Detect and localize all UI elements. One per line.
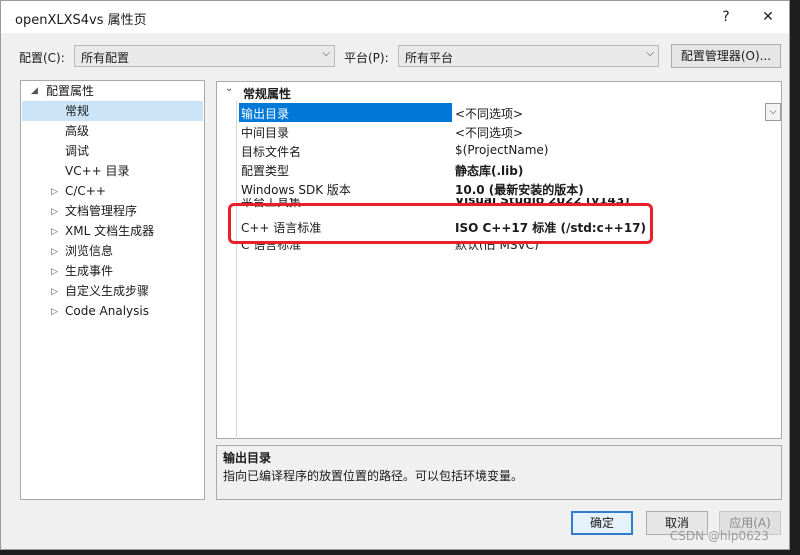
expand-triangle-icon[interactable]: ▷ [51, 187, 58, 197]
tree-item-label: 常规 [65, 104, 90, 118]
dropdown-button[interactable]: ⌵ [765, 103, 781, 121]
prop-name: 配置类型 [241, 164, 290, 178]
prop-value: <不同选项> [455, 107, 524, 121]
tree-item-browse-info[interactable]: 浏览信息 [65, 241, 113, 261]
property-tree[interactable]: ◢ 配置属性 常规 高级 调试 VC++ 目录 ▷ C/C++ ▷ 文档管理程序… [20, 80, 205, 500]
prop-value: <不同选项> [455, 126, 524, 140]
help-button[interactable]: ? [713, 5, 739, 29]
tree-item-build-events[interactable]: 生成事件 [65, 261, 113, 281]
ide-background-right [790, 0, 800, 555]
prop-name: 中间目录 [241, 126, 290, 140]
column-separator [236, 101, 237, 439]
prop-row-intermediate-dir[interactable]: 中间目录 <不同选项> [239, 122, 781, 141]
platform-label: 平台(P): [344, 51, 389, 65]
section-header[interactable]: ⌄ 常规属性 [217, 82, 781, 102]
prop-value: 10.0 (最新安装的版本) [455, 183, 584, 197]
tree-item-manifest-tool[interactable]: 文档管理程序 [65, 201, 137, 221]
platform-select-value: 所有平台 [405, 51, 454, 65]
config-select-value: 所有配置 [81, 51, 130, 65]
prop-value: 静态库(.lib) [455, 164, 524, 178]
section-title: 常规属性 [243, 87, 292, 101]
watermark: CSDN @hlp0623 [669, 529, 769, 543]
expand-triangle-icon[interactable]: ▷ [51, 207, 58, 217]
description-title: 输出目录 [223, 451, 272, 465]
prop-name: 目标文件名 [241, 145, 302, 159]
prop-name: Windows SDK 版本 [241, 183, 351, 197]
config-label: 配置(C): [19, 51, 65, 65]
property-grid[interactable]: ⌄ 常规属性 输出目录 <不同选项> ⌵ 中间目录 <不同选项> 目标文件名 $… [216, 81, 782, 439]
prop-row-windows-sdk[interactable]: Windows SDK 版本 10.0 (最新安装的版本) [239, 179, 781, 198]
property-pages-dialog: openXLXS4vs 属性页 ? ✕ 配置(C): 所有配置 ⌵ 平台(P):… [0, 0, 790, 550]
tree-item-vc-directories[interactable]: VC++ 目录 [65, 161, 130, 181]
tree-item-cpp[interactable]: C/C++ [65, 181, 106, 201]
annotation-highlight-box [228, 203, 653, 244]
prop-row-output-dir[interactable]: 输出目录 <不同选项> ⌵ [239, 103, 781, 122]
expand-triangle-icon[interactable]: ▷ [51, 247, 58, 257]
platform-select[interactable]: 所有平台 ⌵ [398, 45, 659, 67]
prop-row-target-name[interactable]: 目标文件名 $(ProjectName) [239, 141, 781, 160]
tree-item-debugging[interactable]: 调试 [65, 141, 89, 161]
expand-triangle-icon[interactable]: ▷ [51, 307, 58, 317]
tree-item-code-analysis[interactable]: Code Analysis [65, 301, 149, 321]
prop-row-config-type[interactable]: 配置类型 静态库(.lib) [239, 160, 781, 179]
tree-root-config-properties[interactable]: 配置属性 [46, 81, 94, 101]
prop-name: 输出目录 [241, 107, 290, 121]
expand-triangle-icon[interactable]: ▷ [51, 287, 58, 297]
tree-item-custom-build[interactable]: 自定义生成步骤 [65, 281, 149, 301]
description-panel: 输出目录 指向已编译程序的放置位置的路径。可以包括环境变量。 [216, 445, 782, 500]
chevron-down-icon: ⌵ [322, 48, 330, 59]
prop-value: $(ProjectName) [455, 143, 549, 157]
chevron-down-icon: ⌵ [646, 48, 654, 59]
description-text: 指向已编译程序的放置位置的路径。可以包括环境变量。 [223, 469, 524, 483]
config-manager-button[interactable]: 配置管理器(O)... [671, 44, 781, 68]
tree-item-advanced[interactable]: 高级 [65, 121, 89, 141]
collapse-chevron-icon[interactable]: ⌄ [225, 83, 233, 94]
config-select[interactable]: 所有配置 ⌵ [74, 45, 335, 67]
tree-item-general[interactable]: 常规 [22, 101, 203, 121]
ok-button[interactable]: 确定 [571, 511, 633, 535]
expand-triangle-icon[interactable]: ▷ [51, 267, 58, 277]
collapse-triangle-icon[interactable]: ◢ [31, 86, 38, 96]
expand-triangle-icon[interactable]: ▷ [51, 227, 58, 237]
window-title: openXLXS4vs 属性页 [15, 13, 147, 28]
close-button[interactable]: ✕ [755, 5, 781, 29]
tree-item-xml-doc[interactable]: XML 文档生成器 [65, 221, 154, 241]
title-bar: openXLXS4vs 属性页 ? ✕ [1, 1, 789, 33]
